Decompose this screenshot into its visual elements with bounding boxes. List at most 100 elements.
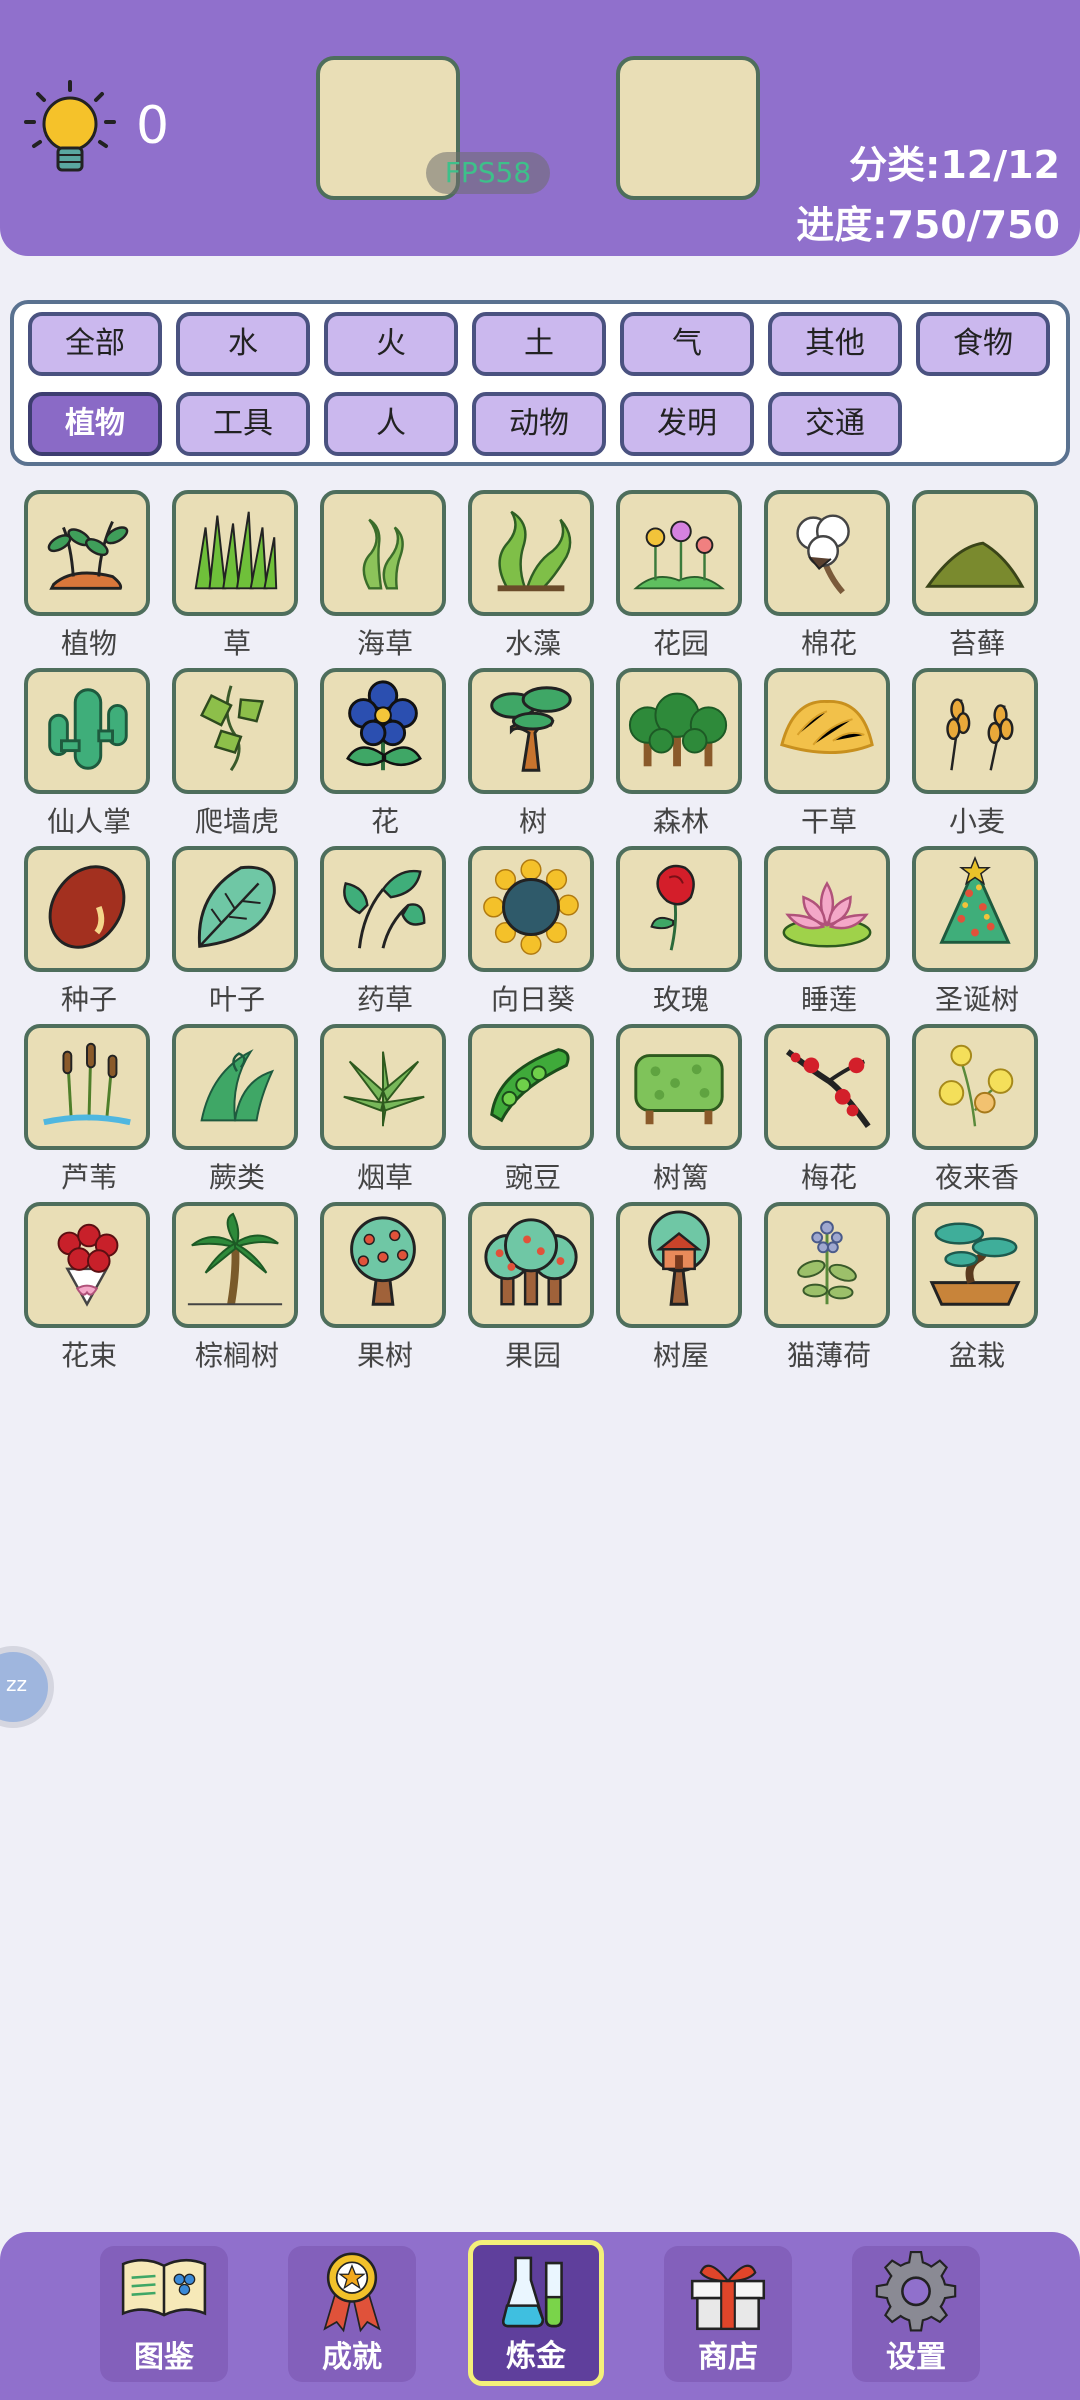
element-item[interactable]: 睡莲	[764, 846, 894, 1018]
element-label: 爬墙虎	[194, 805, 279, 838]
element-item[interactable]: 植物	[24, 490, 154, 662]
filter-button[interactable]: 水	[176, 312, 310, 376]
element-tile[interactable]	[24, 490, 150, 616]
combine-slot-right[interactable]	[616, 56, 760, 200]
element-tile[interactable]	[764, 668, 890, 794]
element-item[interactable]: 棕榈树	[172, 1202, 302, 1374]
element-label: 豌豆	[504, 1161, 561, 1194]
element-item[interactable]: 树	[468, 668, 598, 840]
element-tile[interactable]	[912, 1202, 1038, 1328]
element-item[interactable]: 叶子	[172, 846, 302, 1018]
element-label: 棉花	[800, 627, 857, 660]
filter-button[interactable]: 人	[324, 392, 458, 456]
element-tile[interactable]	[468, 668, 594, 794]
element-item[interactable]: 夜来香	[912, 1024, 1042, 1196]
element-item[interactable]: 玫瑰	[616, 846, 746, 1018]
element-item[interactable]: 种子	[24, 846, 154, 1018]
category-progress: 分类:12/12	[849, 143, 1060, 187]
element-item[interactable]: 苔藓	[912, 490, 1042, 662]
element-item[interactable]: 花束	[24, 1202, 154, 1374]
element-item[interactable]: 盆栽	[912, 1202, 1042, 1374]
filter-button[interactable]: 土	[472, 312, 606, 376]
element-item[interactable]: 梅花	[764, 1024, 894, 1196]
element-tile[interactable]	[616, 846, 742, 972]
element-item[interactable]: 药草	[320, 846, 450, 1018]
element-tile[interactable]	[24, 1202, 150, 1328]
element-item[interactable]: 果园	[468, 1202, 598, 1374]
element-item[interactable]: 棉花	[764, 490, 894, 662]
gear-icon	[852, 2246, 980, 2340]
element-tile[interactable]	[616, 1024, 742, 1150]
element-item[interactable]: 小麦	[912, 668, 1042, 840]
element-tile[interactable]	[764, 490, 890, 616]
element-tile[interactable]	[616, 490, 742, 616]
element-tile[interactable]	[764, 1024, 890, 1150]
element-item[interactable]: 向日葵	[468, 846, 598, 1018]
element-tile[interactable]	[172, 846, 298, 972]
filter-button[interactable]: 发明	[620, 392, 754, 456]
filter-button[interactable]: 其他	[768, 312, 902, 376]
element-item[interactable]: 圣诞树	[912, 846, 1042, 1018]
nav-flask[interactable]: 炼金	[468, 2240, 604, 2386]
tobacco-icon	[330, 1032, 436, 1142]
element-tile[interactable]	[616, 668, 742, 794]
filter-button[interactable]: 气	[620, 312, 754, 376]
element-tile[interactable]	[616, 1202, 742, 1328]
filter-button[interactable]: 交通	[768, 392, 902, 456]
element-tile[interactable]	[468, 490, 594, 616]
nav-gear[interactable]: 设置	[852, 2246, 980, 2382]
element-item[interactable]: 猫薄荷	[764, 1202, 894, 1374]
element-tile[interactable]	[764, 846, 890, 972]
element-tile[interactable]	[320, 1202, 446, 1328]
element-tile[interactable]	[172, 490, 298, 616]
element-tile[interactable]	[468, 1202, 594, 1328]
nav-gift-box[interactable]: 商店	[664, 2246, 792, 2382]
filter-button[interactable]: 动物	[472, 392, 606, 456]
element-item[interactable]: 果树	[320, 1202, 450, 1374]
element-item[interactable]: 森林	[616, 668, 746, 840]
nav-medal[interactable]: 成就	[288, 2246, 416, 2382]
gift-box-icon	[664, 2246, 792, 2340]
element-item[interactable]: 仙人掌	[24, 668, 154, 840]
element-item[interactable]: 树屋	[616, 1202, 746, 1374]
filter-button[interactable]: 植物	[28, 392, 162, 456]
element-tile[interactable]	[764, 1202, 890, 1328]
element-item[interactable]: 花	[320, 668, 450, 840]
element-tile[interactable]	[320, 846, 446, 972]
element-tile[interactable]	[912, 846, 1038, 972]
element-tile[interactable]	[912, 490, 1038, 616]
element-item[interactable]: 水藻	[468, 490, 598, 662]
element-item[interactable]: 干草	[764, 668, 894, 840]
element-tile[interactable]	[172, 668, 298, 794]
element-item[interactable]: 草	[172, 490, 302, 662]
element-tile[interactable]	[24, 846, 150, 972]
element-label: 夜来香	[934, 1161, 1019, 1194]
filter-button[interactable]: 火	[324, 312, 458, 376]
element-item[interactable]: 树篱	[616, 1024, 746, 1196]
element-tile[interactable]	[468, 1024, 594, 1150]
element-tile[interactable]	[320, 1024, 446, 1150]
element-tile[interactable]	[24, 1024, 150, 1150]
filter-button[interactable]: 食物	[916, 312, 1050, 376]
element-tile[interactable]	[172, 1202, 298, 1328]
element-tile[interactable]	[320, 490, 446, 616]
element-item[interactable]: 蕨类	[172, 1024, 302, 1196]
floating-side-button[interactable]: zz	[0, 1646, 54, 1728]
top-bar: 0 FPS58 分类:12/12 进度:750/750	[0, 0, 1080, 256]
filter-button[interactable]: 工具	[176, 392, 310, 456]
element-item[interactable]: 爬墙虎	[172, 668, 302, 840]
element-item[interactable]: 豌豆	[468, 1024, 598, 1196]
element-tile[interactable]	[468, 846, 594, 972]
element-item[interactable]: 烟草	[320, 1024, 450, 1196]
element-item[interactable]: 芦苇	[24, 1024, 154, 1196]
filter-button[interactable]: 全部	[28, 312, 162, 376]
element-tile[interactable]	[24, 668, 150, 794]
element-tile[interactable]	[172, 1024, 298, 1150]
element-item[interactable]: 海草	[320, 490, 450, 662]
element-tile[interactable]	[320, 668, 446, 794]
lightbulb-hint-icon[interactable]	[22, 78, 118, 182]
element-item[interactable]: 花园	[616, 490, 746, 662]
nav-encyclopedia-book[interactable]: 图鉴	[100, 2246, 228, 2382]
element-tile[interactable]	[912, 1024, 1038, 1150]
element-tile[interactable]	[912, 668, 1038, 794]
